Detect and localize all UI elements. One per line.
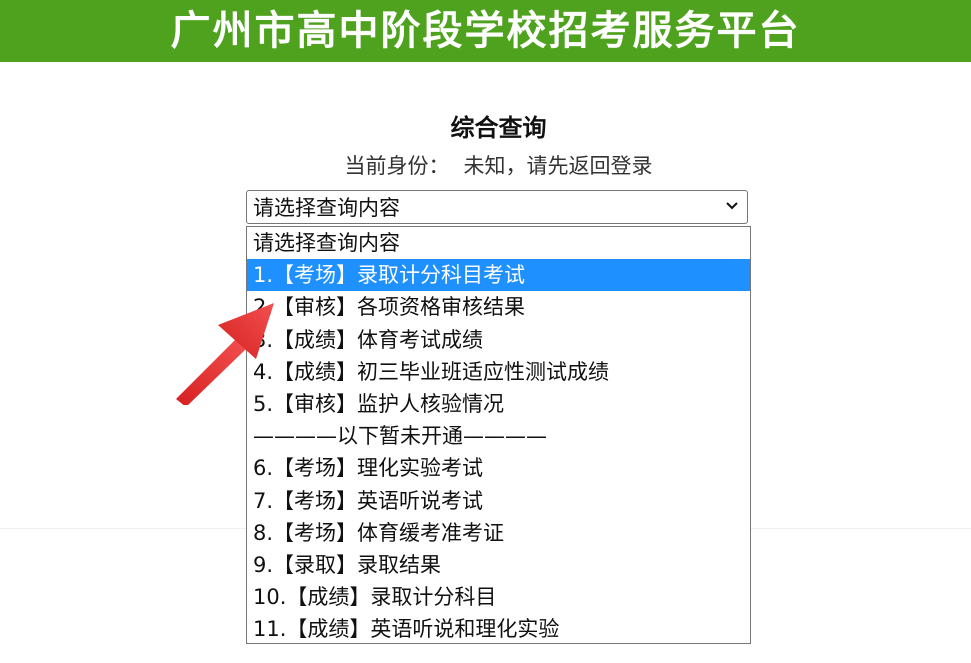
dropdown-option[interactable]: 7.【考场】英语听说考试 (247, 485, 750, 517)
option-placeholder[interactable]: 请选择查询内容 (247, 227, 750, 259)
query-select-value: 请选择查询内容 (253, 196, 400, 220)
identity-value: 未知，请先返回登录 (463, 154, 653, 178)
dropdown-option[interactable]: 3.【成绩】体育考试成绩 (247, 324, 750, 356)
identity-line: 当前身份： 未知，请先返回登录 (0, 150, 971, 180)
dropdown-option[interactable]: 2.【审核】各项资格审核结果 (247, 291, 750, 323)
divider-line-right (751, 528, 971, 529)
dropdown-option[interactable]: 9.【录取】录取结果 (247, 549, 750, 581)
query-select[interactable]: 请选择查询内容 (246, 190, 748, 224)
dropdown-option[interactable]: 8.【考场】体育缓考准考证 (247, 517, 750, 549)
header-bar: 广州市高中阶段学校招考服务平台 (0, 0, 971, 62)
dropdown-option[interactable]: 10.【成绩】录取计分科目 (247, 581, 750, 613)
dropdown-option[interactable]: 5.【审核】监护人核验情况 (247, 388, 750, 420)
dropdown-option[interactable]: 4.【成绩】初三毕业班适应性测试成绩 (247, 356, 750, 388)
dropdown-option[interactable]: 6.【考场】理化实验考试 (247, 452, 750, 484)
dropdown-option[interactable]: 1.【考场】录取计分科目考试 (247, 259, 750, 292)
identity-label: 当前身份： (344, 154, 450, 178)
dropdown-option[interactable]: 11.【成绩】英语听说和理化实验 (247, 613, 750, 645)
chevron-down-icon (726, 202, 738, 210)
page-title: 综合查询 (450, 114, 547, 142)
query-dropdown-list: 请选择查询内容 1.【考场】录取计分科目考试 2.【审核】各项资格审核结果 3.【成绩… (246, 226, 751, 644)
option-divider: ————以下暂未开通———— (253, 424, 547, 449)
divider-line-left (0, 528, 246, 529)
site-title: 广州市高中阶段学校招考服务平台 (170, 8, 801, 54)
